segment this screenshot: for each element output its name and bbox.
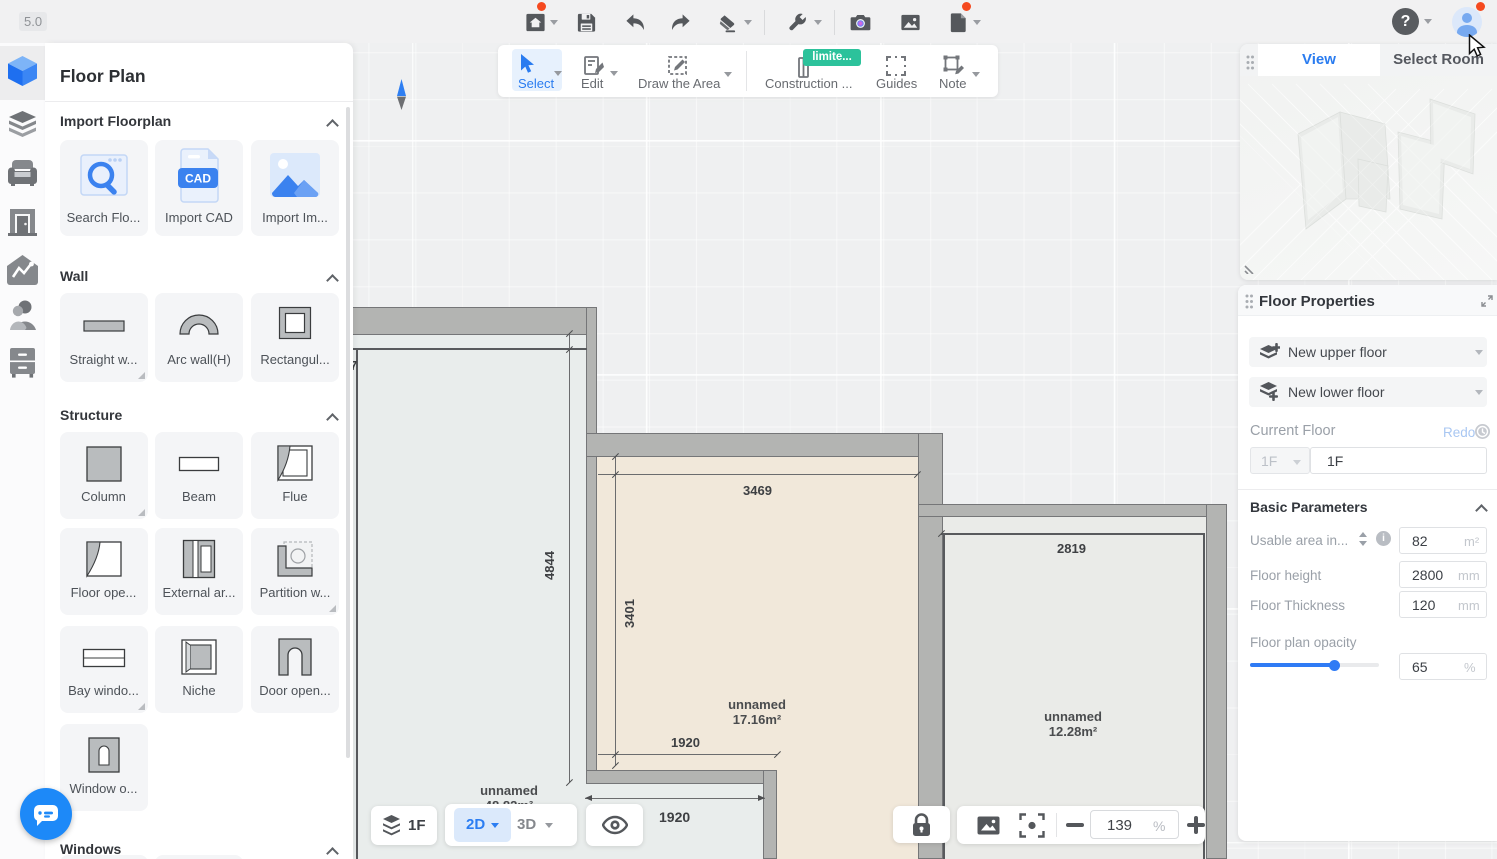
svg-text:CAD: CAD xyxy=(185,172,211,186)
